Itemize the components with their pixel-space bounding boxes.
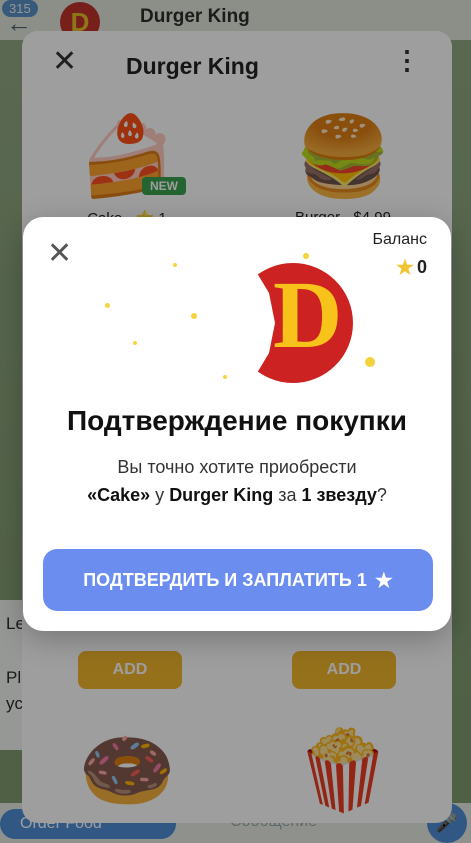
sparkle [191, 313, 197, 319]
sparkle [303, 253, 309, 259]
shop-logo: D [103, 253, 375, 403]
star-icon: ★ [374, 569, 393, 592]
shop-name: Durger King [169, 485, 274, 505]
balance-value: ★ 0 [396, 255, 427, 280]
price-amount: 1 звезду [301, 485, 377, 505]
dialog-title: Подтверждение покупки [67, 405, 407, 436]
dialog-text-fragment: ? [376, 485, 387, 505]
dialog-text: Вы точно хотите приобрести «Cake» у Durg… [23, 453, 451, 509]
close-icon[interactable]: ✕ [47, 239, 72, 269]
dialog-text-fragment: за [273, 485, 302, 505]
confirm-and-pay-button[interactable]: ПОДТВЕРДИТЬ И ЗАПЛАТИТЬ 1 ★ [43, 549, 433, 611]
logo-letter: D [273, 261, 343, 368]
dialog-text-line1: Вы точно хотите приобрести [117, 457, 357, 477]
balance-amount: 0 [416, 257, 427, 277]
item-name: «Cake» [87, 485, 151, 505]
sparkle [133, 341, 137, 345]
balance-label: Баланс [372, 231, 427, 248]
sparkle [365, 357, 375, 367]
sparkle [223, 375, 227, 379]
purchase-confirmation-dialog: ✕ Баланс ★ 0 D Подтверждение покупки Вы … [23, 217, 451, 631]
star-icon: ★ [396, 257, 414, 279]
sparkle [105, 303, 110, 308]
confirm-button-label: ПОДТВЕРДИТЬ И ЗАПЛАТИТЬ 1 [83, 569, 367, 590]
dialog-text-fragment: у [150, 485, 170, 505]
sparkle [173, 263, 177, 267]
